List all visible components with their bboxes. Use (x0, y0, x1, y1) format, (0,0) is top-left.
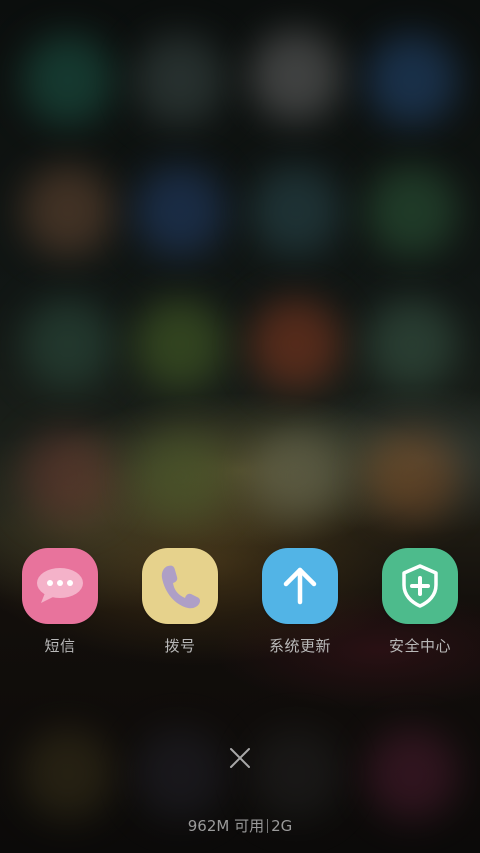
memory-available: 962M 可用 (187, 817, 265, 835)
shortcut-dialer[interactable]: 拨号 (125, 548, 235, 656)
memory-total: 2G (271, 817, 293, 835)
system-update-app-icon[interactable] (262, 548, 338, 624)
shortcut-messages[interactable]: 短信 (5, 548, 115, 656)
recent-apps-screen: 短信 拨号 系统更新 安全中心 962M 可用 2G (0, 0, 480, 853)
messages-app-icon[interactable] (22, 548, 98, 624)
close-icon (230, 748, 250, 768)
shortcut-system-update[interactable]: 系统更新 (245, 548, 355, 656)
close-button[interactable] (222, 740, 258, 776)
message-bubble-icon (37, 568, 83, 603)
phone-icon (161, 565, 201, 609)
memory-status: 962M 可用 2G (0, 815, 480, 836)
arrow-up-icon (283, 567, 317, 605)
shield-plus-icon (402, 564, 438, 608)
security-center-app-icon[interactable] (382, 548, 458, 624)
memory-divider (267, 819, 269, 833)
blurred-home-background (0, 0, 480, 853)
shortcut-label: 安全中心 (388, 637, 451, 655)
shortcut-security-center[interactable]: 安全中心 (365, 548, 475, 656)
dialer-app-icon[interactable] (142, 548, 218, 624)
shortcut-label: 系统更新 (268, 637, 331, 655)
shortcut-label: 短信 (44, 637, 76, 655)
shortcut-label: 拨号 (164, 637, 196, 655)
